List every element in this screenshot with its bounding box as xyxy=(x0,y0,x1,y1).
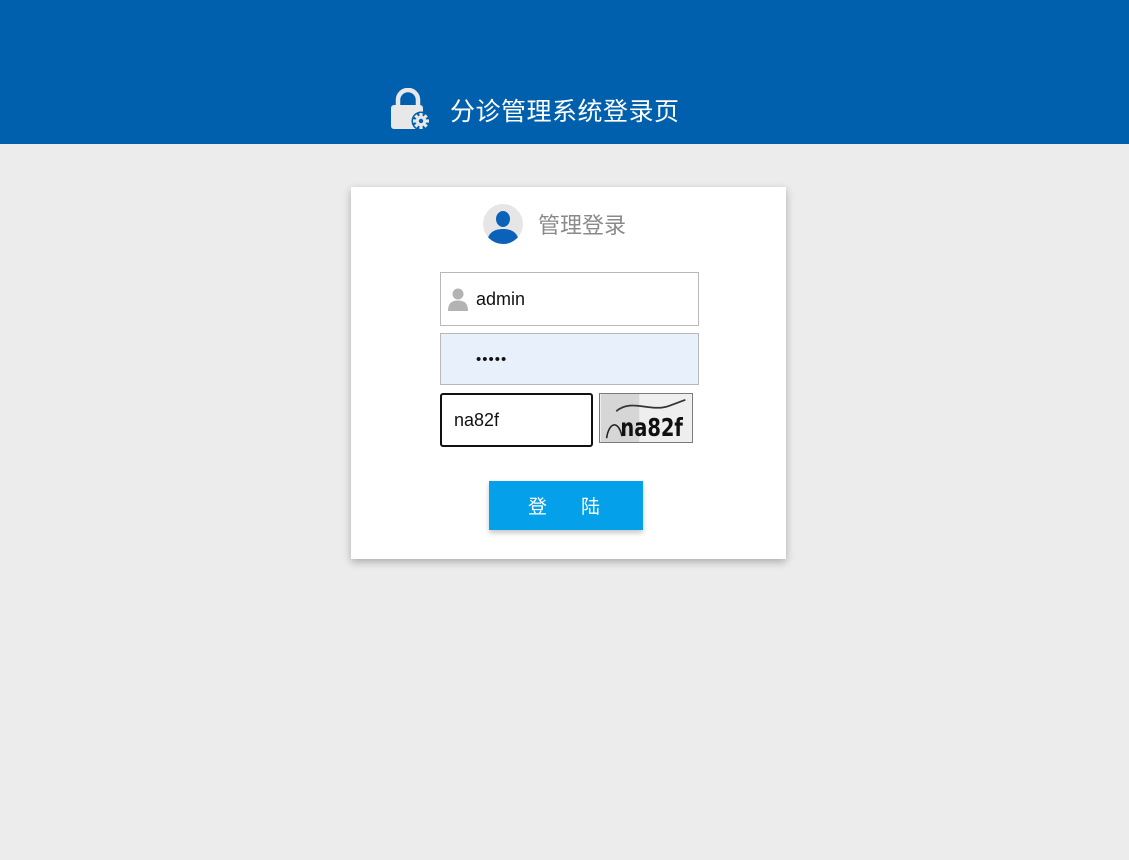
captcha-image[interactable]: na82f xyxy=(599,393,693,443)
password-field[interactable] xyxy=(440,333,699,385)
top-banner: 分诊管理系统登录页 xyxy=(0,0,1129,144)
login-card: 管理登录 na82f 登 陆 xyxy=(351,187,786,559)
captcha-input[interactable] xyxy=(454,395,589,445)
captcha-image-text: na82f xyxy=(620,414,683,443)
user-avatar-icon xyxy=(483,204,523,244)
captcha-field[interactable] xyxy=(440,393,593,447)
username-input[interactable] xyxy=(476,273,691,325)
brand: 分诊管理系统登录页 xyxy=(388,88,680,132)
login-card-header: 管理登录 xyxy=(483,204,626,244)
login-card-title: 管理登录 xyxy=(538,214,627,239)
lock-gear-icon xyxy=(391,88,431,131)
login-button[interactable]: 登 陆 xyxy=(489,481,643,530)
user-icon xyxy=(448,288,468,311)
username-field[interactable] xyxy=(440,272,699,326)
password-input[interactable] xyxy=(476,334,691,384)
page-title: 分诊管理系统登录页 xyxy=(450,97,680,126)
